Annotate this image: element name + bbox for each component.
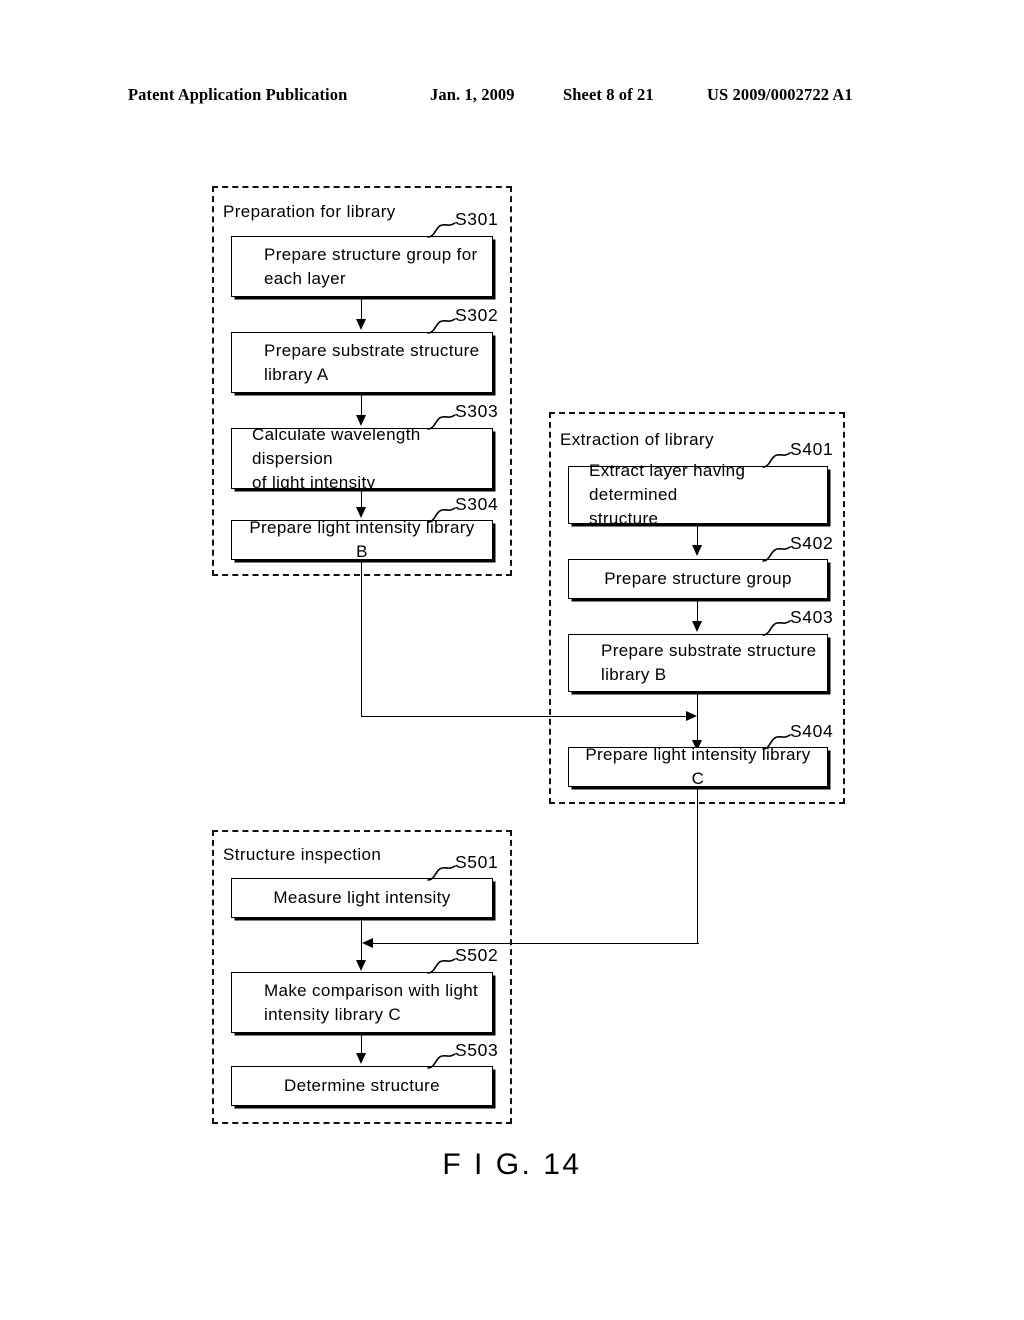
step-label-s403: S403 bbox=[790, 607, 834, 627]
step-box-s502-text: Make comparison with light intensity lib… bbox=[264, 980, 479, 1024]
arrowhead-s401-s402 bbox=[692, 545, 702, 556]
step-label-s304: S304 bbox=[455, 494, 499, 514]
step-box-s404: Prepare light intensity library C bbox=[568, 745, 828, 788]
arrowhead-s301-s302 bbox=[356, 319, 366, 330]
connector-s501-s502 bbox=[361, 918, 362, 964]
step-label-s404: S404 bbox=[790, 721, 834, 741]
step-label-s501: S501 bbox=[455, 852, 499, 872]
leader-line-s402 bbox=[762, 538, 792, 562]
leader-line-s501 bbox=[427, 857, 457, 881]
step-label-s401: S401 bbox=[790, 439, 834, 459]
step-box-s401: Extract layer having determined structur… bbox=[568, 461, 828, 528]
flowchart-diagram: Preparation for library Prepare structur… bbox=[0, 0, 1024, 1320]
step-label-s301: S301 bbox=[455, 209, 499, 229]
group-extraction-title: Extraction of library bbox=[560, 430, 714, 449]
connector-s404-to-s502-vertical bbox=[697, 787, 698, 943]
connector-s403-s404 bbox=[697, 692, 698, 744]
leader-line-s403 bbox=[762, 612, 792, 636]
step-box-s301: Prepare structure group for each layer bbox=[231, 236, 493, 297]
step-box-s402: Prepare structure group bbox=[568, 559, 828, 599]
step-box-s404-text: Prepare light intensity library C bbox=[585, 745, 811, 788]
step-label-s302: S302 bbox=[455, 305, 499, 325]
group-inspection-title: Structure inspection bbox=[223, 845, 382, 864]
step-box-s503: Determine structure bbox=[231, 1066, 493, 1106]
step-box-s303: Calculate wavelength dispersion of light… bbox=[231, 425, 493, 492]
leader-line-s301 bbox=[427, 214, 457, 238]
leader-line-s304 bbox=[427, 499, 457, 523]
arrowhead-s402-s403 bbox=[692, 621, 702, 632]
leader-line-s401 bbox=[762, 444, 792, 468]
step-box-s301-text: Prepare structure group for each layer bbox=[264, 244, 478, 288]
step-box-s402-text: Prepare structure group bbox=[604, 569, 792, 588]
step-label-s303: S303 bbox=[455, 401, 499, 421]
leader-line-s302 bbox=[427, 310, 457, 334]
step-box-s304: Prepare light intensity library B bbox=[231, 518, 493, 561]
connector-s304-to-s404-vertical bbox=[361, 560, 362, 717]
step-label-s502: S502 bbox=[455, 945, 499, 965]
step-box-s501: Measure light intensity bbox=[231, 878, 493, 918]
step-box-s503-text: Determine structure bbox=[284, 1076, 440, 1095]
arrowhead-s501-s502 bbox=[356, 960, 366, 971]
step-box-s502: Make comparison with light intensity lib… bbox=[231, 972, 493, 1033]
step-box-s303-text: Calculate wavelength dispersion of light… bbox=[252, 424, 421, 492]
arrowhead-s502-s503 bbox=[356, 1053, 366, 1064]
step-box-s302: Prepare substrate structure library A bbox=[231, 332, 493, 393]
leader-line-s502 bbox=[427, 950, 457, 974]
step-box-s501-text: Measure light intensity bbox=[273, 888, 451, 907]
step-box-s304-text: Prepare light intensity library B bbox=[249, 518, 475, 561]
leader-line-s303 bbox=[427, 406, 457, 430]
leader-line-s503 bbox=[427, 1045, 457, 1069]
group-preparation-title: Preparation for library bbox=[223, 202, 396, 221]
step-box-s403-text: Prepare substrate structure library B bbox=[601, 641, 817, 684]
step-label-s402: S402 bbox=[790, 533, 834, 553]
step-box-s403: Prepare substrate structure library B bbox=[568, 634, 828, 692]
step-box-s401-text: Extract layer having determined structur… bbox=[589, 461, 746, 528]
leader-line-s404 bbox=[762, 726, 792, 750]
step-box-s302-text: Prepare substrate structure library A bbox=[264, 340, 480, 384]
step-label-s503: S503 bbox=[455, 1040, 499, 1060]
figure-caption: F I G. 14 bbox=[442, 1148, 582, 1181]
